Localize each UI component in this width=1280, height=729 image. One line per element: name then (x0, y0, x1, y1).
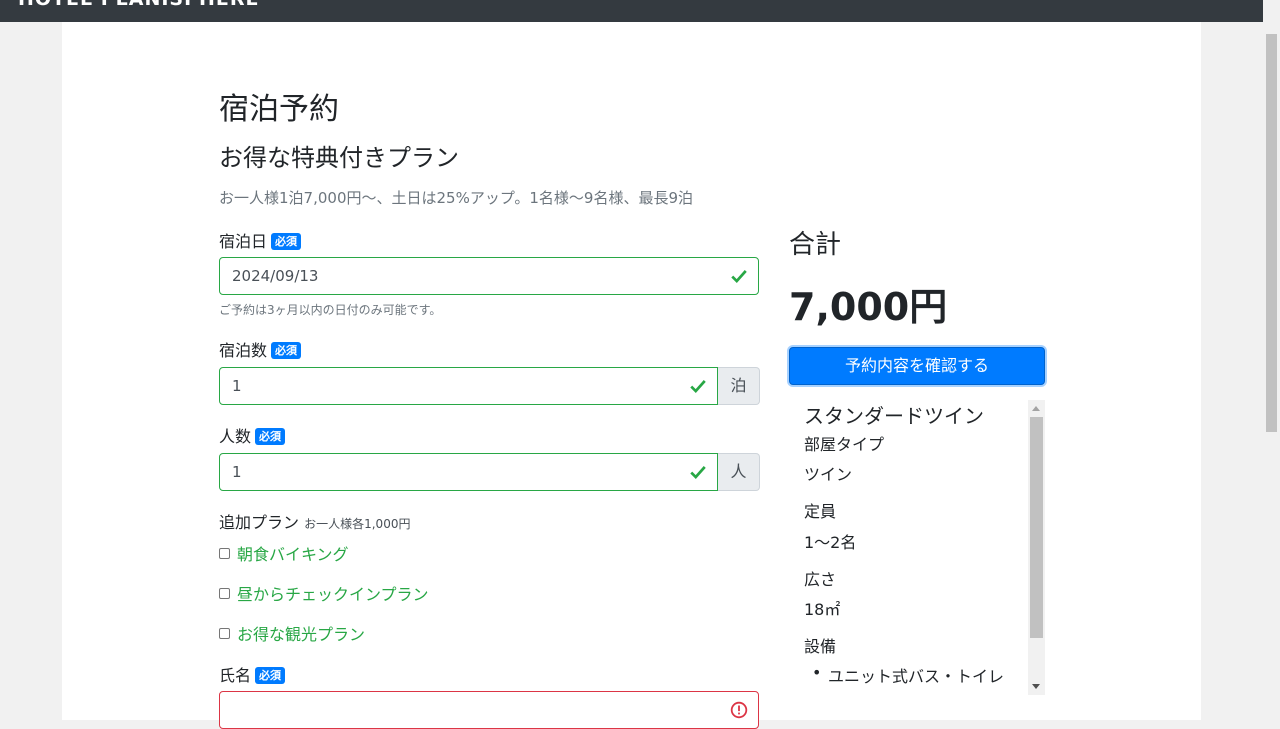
scroll-up-icon[interactable] (1032, 406, 1040, 411)
navbar: HOTEL PLANISPHERE (0, 0, 1263, 22)
username-input[interactable] (219, 691, 759, 729)
invalid-alert-icon (730, 701, 748, 719)
term-input[interactable]: 1 (219, 367, 718, 405)
valid-check-icon (690, 380, 706, 394)
date-help-text: ご予約は3ヶ月以内の日付のみ可能です。 (219, 303, 442, 317)
page-scroll-thumb[interactable] (1266, 34, 1277, 432)
room-title: スタンダードツイン (804, 404, 984, 428)
term-unit: 泊 (718, 367, 760, 405)
date-input[interactable]: 2024/09/13 (219, 257, 759, 295)
room-facility-item: ユニット式バス・トイレ (812, 663, 1004, 687)
navbar-brand[interactable]: HOTEL PLANISPHERE (18, 0, 260, 10)
room-facilities-label: 設備 (804, 637, 837, 656)
plans-label: 追加プラン お一人様各1,000円 (219, 513, 411, 532)
plan-option-breakfast[interactable]: 朝食バイキング (219, 541, 349, 565)
plans-note: お一人様各1,000円 (304, 517, 411, 531)
room-capacity-label: 定員 (804, 502, 837, 521)
date-label: 宿泊日 必須 (219, 228, 302, 252)
breakfast-checkbox[interactable] (219, 548, 230, 559)
room-type-label: 部屋タイプ (804, 435, 885, 454)
room-type-value: ツイン (804, 465, 853, 484)
total-price: 7,000円 (789, 285, 948, 329)
early-checkin-checkbox[interactable] (219, 588, 230, 599)
valid-check-icon (731, 270, 747, 284)
username-label: 氏名 必須 (219, 662, 286, 686)
plan-option-sightseeing[interactable]: お得な観光プラン (219, 621, 365, 645)
room-info-frame[interactable]: スタンダードツイン 部屋タイプ ツイン 定員 1〜2名 広さ 18㎡ 設備 ユニ… (789, 400, 1045, 695)
valid-check-icon (690, 466, 706, 480)
room-info-scrollbar[interactable] (1028, 400, 1045, 695)
plan-description: お一人様1泊7,000円〜、土日は25%アップ。1名様〜9名様、最長9泊 (219, 189, 694, 207)
required-badge: 必須 (271, 342, 302, 359)
total-label: 合計 (789, 230, 842, 260)
scroll-down-icon[interactable] (1032, 684, 1040, 689)
head-count-input[interactable]: 1 (219, 453, 718, 491)
page-title: 宿泊予約 (219, 92, 339, 127)
room-size-label: 広さ (804, 570, 837, 589)
required-badge: 必須 (255, 667, 286, 684)
sightseeing-checkbox[interactable] (219, 628, 230, 639)
room-info-scroll-thumb[interactable] (1030, 417, 1043, 638)
required-badge: 必須 (255, 428, 286, 445)
required-badge: 必須 (271, 233, 302, 250)
plan-name: お得な特典付きプラン (219, 144, 459, 172)
head-count-unit: 人 (718, 453, 760, 491)
room-size-value: 18㎡ (804, 600, 841, 619)
head-count-label: 人数 必須 (219, 423, 286, 447)
plan-option-early-checkin[interactable]: 昼からチェックインプラン (219, 581, 429, 605)
room-capacity-value: 1〜2名 (804, 533, 857, 552)
page-scrollbar[interactable] (1263, 0, 1280, 720)
confirm-reservation-button[interactable]: 予約内容を確認する (789, 347, 1045, 385)
term-label: 宿泊数 必須 (219, 337, 302, 361)
